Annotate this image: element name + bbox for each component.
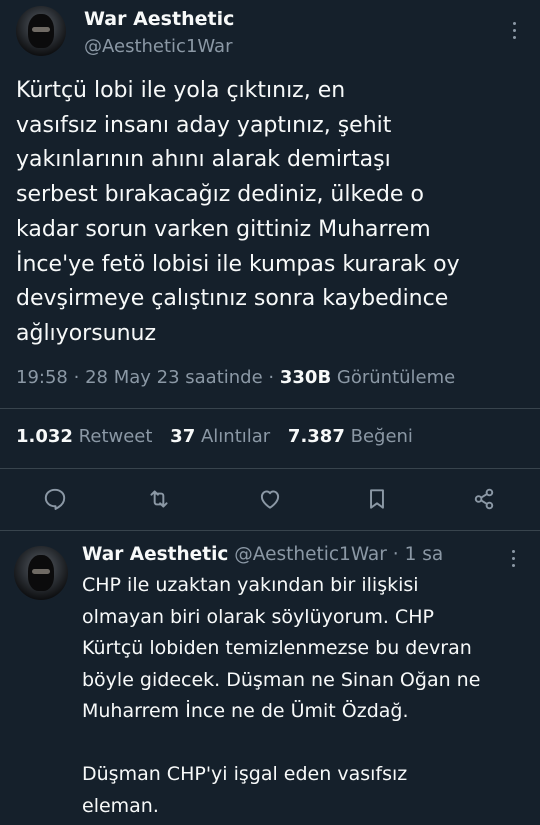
reply-author-avatar[interactable]: [14, 546, 68, 600]
retweet-button[interactable]: [142, 482, 176, 516]
quotes-stat[interactable]: 37 Alıntılar: [170, 426, 270, 447]
tweet-date[interactable]: 28 May 23 saatinde: [85, 367, 263, 388]
divider: [0, 408, 540, 409]
tweet-text: Kürtçü lobi ile yola çıktınız, en vasıfs…: [16, 78, 460, 346]
author-name[interactable]: War Aesthetic: [84, 8, 234, 30]
author-avatar[interactable]: [16, 6, 66, 56]
meta-separator: ·: [268, 367, 275, 388]
reply-author-handle[interactable]: @Aesthetic1War: [234, 544, 387, 565]
quotes-label: Alıntılar: [200, 426, 271, 447]
views-count: 330B: [279, 367, 332, 388]
like-icon: [260, 490, 280, 509]
likes-stat[interactable]: 7.387 Beğeni: [288, 426, 413, 447]
views-label: Görüntüleme: [336, 367, 456, 388]
reply-age[interactable]: 1 sa: [405, 544, 444, 565]
retweets-label: Retweet: [78, 426, 153, 447]
tweet-header: War Aesthetic @Aesthetic1War: [16, 6, 524, 62]
retweet-icon: [150, 490, 168, 508]
reply-header: War Aesthetic @Aesthetic1War · 1 sa: [82, 544, 443, 565]
meta-separator: ·: [73, 367, 80, 388]
reply-icon: [44, 488, 66, 510]
avatar-eyes: [32, 569, 50, 574]
bookmark-button[interactable]: [360, 482, 394, 516]
divider: [0, 530, 540, 531]
reply-author-name[interactable]: War Aesthetic: [82, 544, 228, 565]
likes-label: Beğeni: [350, 426, 413, 447]
more-options-icon[interactable]: [504, 20, 524, 40]
quotes-count: 37: [170, 426, 196, 447]
bookmark-icon: [370, 489, 384, 509]
reply-more-options-icon[interactable]: [503, 548, 523, 568]
tweet-stats: 1.032 Retweet 37 Alıntılar 7.387 Beğeni: [16, 426, 425, 447]
reply-separator: ·: [392, 544, 399, 565]
likes-count: 7.387: [287, 426, 345, 447]
share-icon: [474, 488, 494, 510]
reply-button[interactable]: [38, 482, 72, 516]
retweets-stat[interactable]: 1.032 Retweet: [16, 426, 152, 447]
like-button[interactable]: [253, 482, 287, 516]
action-bar: [0, 482, 540, 518]
retweets-count: 1.032: [16, 426, 73, 447]
avatar-eyes: [32, 27, 50, 32]
divider: [0, 468, 540, 469]
author-handle[interactable]: @Aesthetic1War: [84, 36, 232, 57]
tweet-meta: 19:58 · 28 May 23 saatinde · 330B Görünt…: [16, 367, 455, 388]
tweet-time[interactable]: 19:58: [16, 367, 68, 388]
share-button[interactable]: [467, 482, 501, 516]
reply-text: CHP ile uzaktan yakından bir ilişkisi ol…: [82, 574, 481, 817]
